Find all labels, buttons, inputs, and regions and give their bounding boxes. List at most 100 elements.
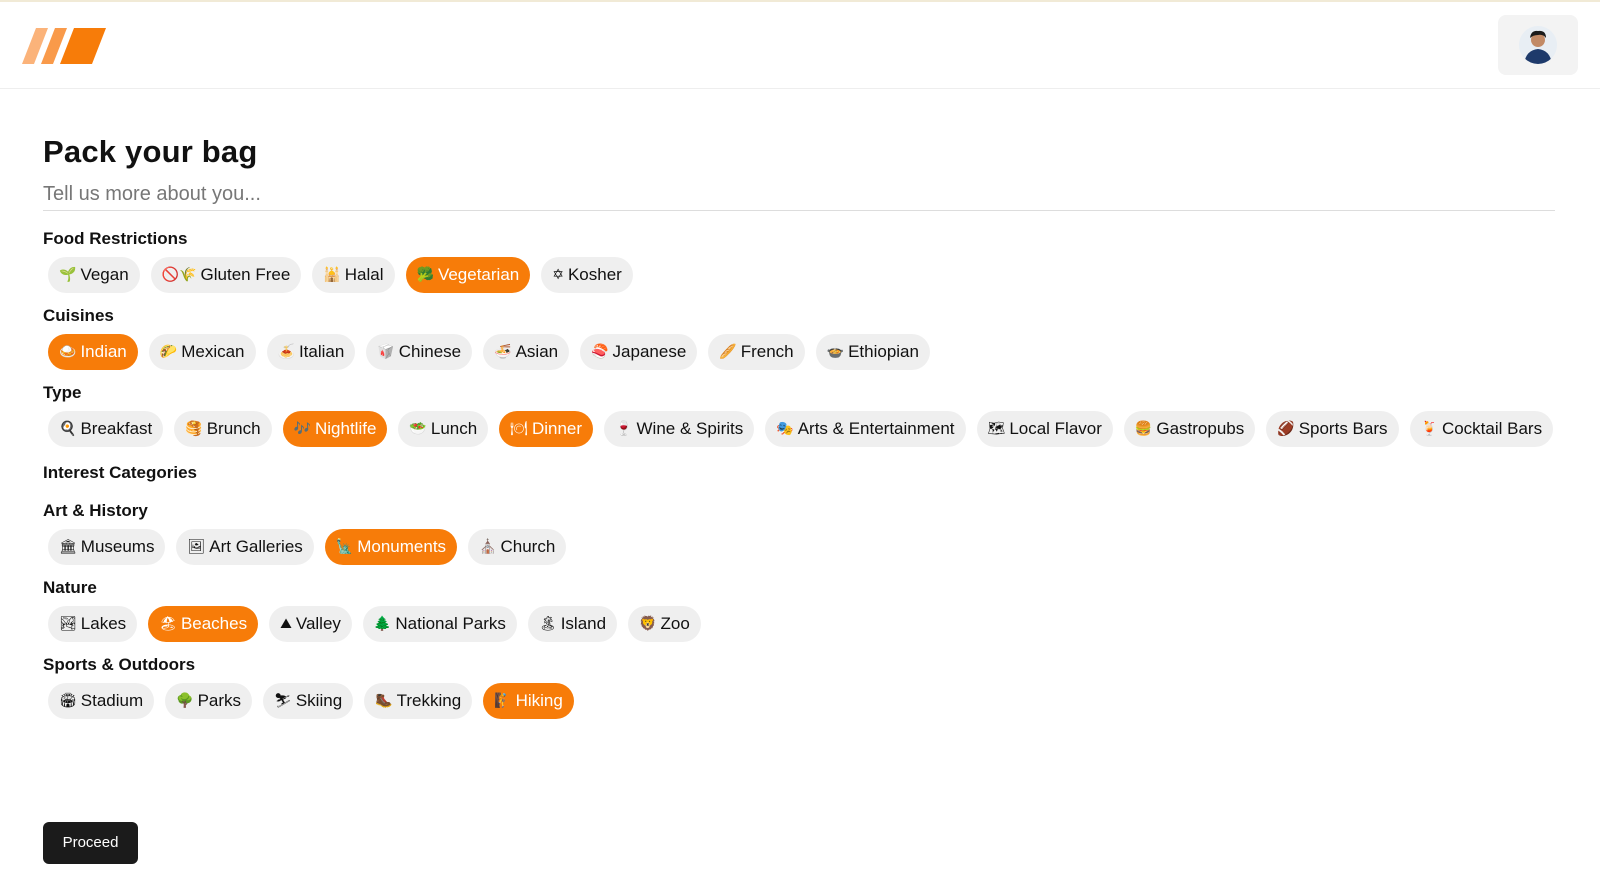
chip-trekking[interactable]: 🥾 Trekking [364,683,473,719]
chip-stadium[interactable]: 🏟 Stadium [48,683,155,719]
indian-icon: 🍛 [59,344,77,360]
beaches-icon: 🏖 [159,616,177,632]
italian-icon: 🍝 [277,344,295,360]
chip-zoo[interactable]: 🦁 Zoo [628,606,701,642]
chip-label: Chinese [398,342,462,361]
cuisines-chips: 🍛 Indian 🌮 Mexican 🍝 Italian 🥡 Chinese 🍜 Asian 🍣 Ja… [43,334,1557,370]
chip-label: Arts & Entertainment [797,419,955,438]
chip-asian[interactable]: 🍜 Asian [483,334,570,370]
art-galleries-icon: 🖼 [187,539,206,555]
valley-icon: ⛰ [280,616,292,632]
chip-label: National Parks [395,614,506,633]
proceed-button[interactable]: Proceed [43,822,138,864]
chip-lakes[interactable]: 🏞 Lakes [48,606,138,642]
chip-french[interactable]: 🥖 French [708,334,805,370]
chip-mexican[interactable]: 🌮 Mexican [148,334,256,370]
chip-gastropubs[interactable]: 🍔 Gastropubs [1123,411,1256,447]
chip-label: Hiking [515,691,563,710]
wine-and-spirits-icon: 🍷 [615,421,633,437]
chip-label: Kosher [567,265,622,284]
mexican-icon: 🌮 [159,344,178,360]
chip-label: Skiing [295,691,343,710]
island-icon: 🏝 [538,616,557,632]
chip-nightlife[interactable]: 🎶 Nightlife [282,411,388,447]
chip-label: Breakfast [80,419,153,438]
chip-label: Ethiopian [848,342,919,361]
chip-museums[interactable]: 🏛 Museums [48,529,166,565]
kosher-icon: ✡ [552,267,564,283]
cuisines-title: Cuisines [43,306,114,325]
chip-label: Mexican [181,342,245,361]
chip-dinner[interactable]: 🍽 Dinner [499,411,594,447]
hiking-icon: 🧗 [494,693,512,709]
chip-sports-bars[interactable]: 🏈 Sports Bars [1266,411,1399,447]
chip-label: Gluten Free [200,265,291,284]
nature-title: Nature [43,578,97,597]
page-title: Pack your bag [43,134,258,169]
chip-cocktail-bars[interactable]: 🍹 Cocktail Bars [1409,411,1554,447]
chip-lunch[interactable]: 🥗 Lunch [398,411,489,447]
vegan-icon: 🌱 [59,267,77,283]
chip-ethiopian[interactable]: 🍲 Ethiopian [815,334,930,370]
profile-button[interactable] [1498,15,1578,75]
chip-island[interactable]: 🏝 Island [527,606,618,642]
chip-chinese[interactable]: 🥡 Chinese [366,334,473,370]
chip-halal[interactable]: 🕌 Halal [312,257,395,293]
chip-local-flavor[interactable]: 🗺 Local Flavor [976,411,1113,447]
chip-kosher[interactable]: ✡ Kosher [541,257,633,293]
chip-vegetarian[interactable]: 🥦 Vegetarian [405,257,531,293]
chip-label: Church [500,537,556,556]
chip-valley[interactable]: ⛰ Valley [269,606,352,642]
chip-label: Museums [80,537,155,556]
top-header [0,2,1600,89]
chip-brunch[interactable]: 🥞 Brunch [174,411,272,447]
chip-indian[interactable]: 🍛 Indian [48,334,138,370]
chip-label: Asian [515,342,559,361]
chinese-icon: 🥡 [377,344,395,360]
lunch-icon: 🥗 [409,421,427,437]
brunch-icon: 🥞 [185,421,203,437]
interest-categories-title: Interest Categories [43,463,197,482]
about-input[interactable] [43,179,1555,211]
ethiopian-icon: 🍲 [826,344,845,360]
chip-label: Japanese [612,342,687,361]
chip-label: Parks [197,691,242,710]
cocktail-bars-icon: 🍹 [1420,421,1438,437]
chip-hiking[interactable]: 🧗 Hiking [483,683,574,719]
parks-icon: 🌳 [176,693,194,709]
chip-art-galleries[interactable]: 🖼 Art Galleries [176,529,314,565]
chip-monuments[interactable]: 🗽 Monuments [324,529,458,565]
chip-label: Nightlife [315,419,377,438]
chip-national-parks[interactable]: 🌲 National Parks [362,606,517,642]
chip-label: Cocktail Bars [1441,419,1543,438]
arts-and-entertainment-icon: 🎭 [776,421,794,437]
chip-skiing[interactable]: ⛷ Skiing [263,683,354,719]
chip-wine-and-spirits[interactable]: 🍷 Wine & Spirits [604,411,755,447]
food-restrictions-chips: 🌱 Vegan 🚫🌾 Gluten Free 🕌 Halal 🥦 Vegetarian ✡ Kos… [43,257,1557,293]
chip-label: Halal [344,265,384,284]
chip-beaches[interactable]: 🏖 Beaches [148,606,259,642]
chip-label: Trekking [396,691,462,710]
sports-outdoors-chips: 🏟 Stadium 🌳 Parks ⛷ Skiing 🥾 Trekking 🧗 Hiking [43,683,1557,719]
stripes-logo[interactable] [22,28,106,64]
french-icon: 🥖 [719,344,737,360]
chip-parks[interactable]: 🌳 Parks [165,683,253,719]
chip-label: Vegetarian [437,265,520,284]
chip-label: Beaches [180,614,248,633]
halal-icon: 🕌 [323,267,341,283]
chip-church[interactable]: ⛪ Church [468,529,567,565]
chip-label: French [740,342,794,361]
chip-breakfast[interactable]: 🍳 Breakfast [48,411,164,447]
chip-japanese[interactable]: 🍣 Japanese [580,334,698,370]
chip-label: Brunch [206,419,261,438]
chip-vegan[interactable]: 🌱 Vegan [48,257,140,293]
chip-label: Gastropubs [1156,419,1245,438]
user-avatar [1519,26,1557,64]
chip-italian[interactable]: 🍝 Italian [266,334,356,370]
nightlife-icon: 🎶 [293,421,311,437]
art-history-chips: 🏛 Museums 🖼 Art Galleries 🗽 Monuments ⛪ Church [43,529,1557,565]
chip-gluten-free[interactable]: 🚫🌾 Gluten Free [150,257,302,293]
national-parks-icon: 🌲 [373,616,392,632]
chip-arts-and-entertainment[interactable]: 🎭 Arts & Entertainment [765,411,966,447]
vegetarian-icon: 🥦 [416,267,434,283]
